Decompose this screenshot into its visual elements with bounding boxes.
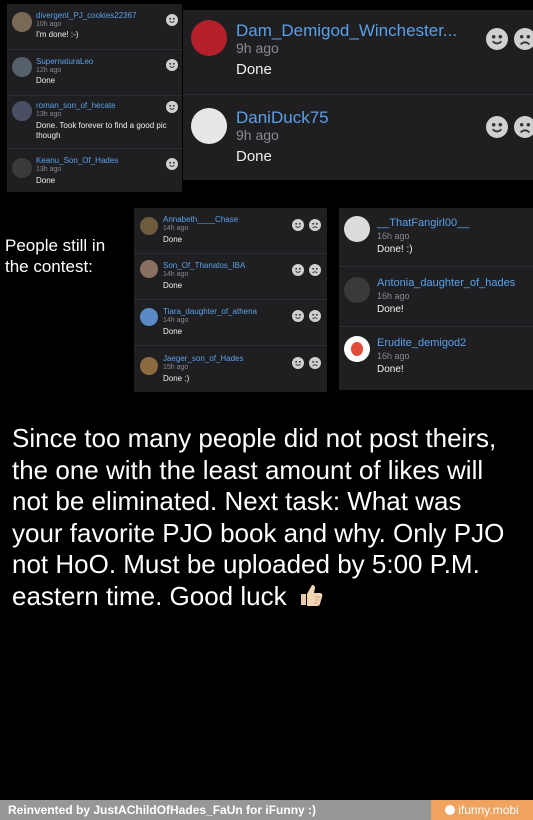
comment-username[interactable]: Keanu_Son_Of_Hades xyxy=(36,156,118,165)
comment-text: Done! xyxy=(377,364,404,375)
comment-text: Done xyxy=(236,148,272,165)
avatar-dot xyxy=(351,342,363,356)
comment-row: Son_Of_Thanatos_IBA 14h ago Done xyxy=(134,253,327,300)
smile-icon[interactable] xyxy=(486,28,508,50)
comment-time: 13h ago xyxy=(36,166,62,173)
footer-credit: Reinvented by JustAChildOfHades_FaUn for… xyxy=(8,803,317,817)
frown-icon[interactable] xyxy=(514,116,533,138)
top-right-comments-panel: Dam_Demigod_Winchester... 9h ago Done Da… xyxy=(183,10,533,180)
comment-username[interactable]: Dam_Demigod_Winchester... xyxy=(236,21,457,41)
comment-text: Done xyxy=(36,176,56,185)
user-avatar[interactable] xyxy=(140,260,158,278)
brand-text: ifunny.mobi xyxy=(458,803,519,817)
user-avatar[interactable] xyxy=(344,216,370,242)
footer-bar: Reinvented by JustAChildOfHades_FaUn for… xyxy=(0,800,533,820)
comment-username[interactable]: Annabeth____Chase xyxy=(163,215,238,224)
smiley-logo-icon xyxy=(445,805,456,815)
comment-text: Done :) xyxy=(163,374,190,383)
comment-text: Done! xyxy=(377,304,404,315)
announcement-text: Since too many people did not post their… xyxy=(12,423,517,614)
user-avatar[interactable] xyxy=(12,101,32,121)
user-avatar[interactable] xyxy=(12,12,32,32)
comment-text: Done xyxy=(163,327,183,336)
comment-time: 15h ago xyxy=(163,364,189,371)
comment-time: 14h ago xyxy=(163,271,189,278)
comment-row: Antonia_daughter_of_hades 16h ago Done! xyxy=(339,266,533,327)
user-avatar[interactable] xyxy=(344,336,370,362)
comment-username[interactable]: Son_Of_Thanatos_IBA xyxy=(163,261,245,270)
user-avatar[interactable] xyxy=(344,277,370,303)
comment-text: Done xyxy=(236,61,272,78)
comment-text: Done xyxy=(163,281,183,290)
contest-label-line2: the contest: xyxy=(5,257,93,276)
user-avatar[interactable] xyxy=(12,158,32,178)
comment-row: SupernaturaLeo 12h ago Done xyxy=(7,49,182,96)
comment-time: 16h ago xyxy=(377,231,410,241)
comment-row: Jaeger_son_of_Hades 15h ago Done :) xyxy=(134,345,327,392)
frown-icon[interactable] xyxy=(309,264,321,276)
frown-icon[interactable] xyxy=(514,28,533,50)
comment-username[interactable]: roman_son_of_hecate xyxy=(36,101,116,110)
smile-icon[interactable] xyxy=(486,116,508,138)
comment-row: Erudite_demigod2 16h ago Done! xyxy=(339,326,533,390)
comment-text: I'm done! :-) xyxy=(36,30,79,39)
comment-row: Dam_Demigod_Winchester... 9h ago Done xyxy=(183,10,533,95)
comment-row: DaniDuck75 9h ago Done xyxy=(183,94,533,180)
smile-icon[interactable] xyxy=(292,219,304,231)
brand-badge[interactable]: ifunny.mobi xyxy=(431,800,533,820)
announcement-body: Since too many people did not post their… xyxy=(12,423,505,611)
comment-username[interactable]: Jaeger_son_of_Hades xyxy=(163,354,244,363)
comment-username[interactable]: Erudite_demigod2 xyxy=(377,337,466,349)
comment-row: divergent_PJ_cookies22367 10h ago I'm do… xyxy=(7,4,182,50)
comment-username[interactable]: __ThatFangirl00__ xyxy=(377,217,469,229)
comment-time: 13h ago xyxy=(36,111,62,118)
smile-icon[interactable] xyxy=(166,59,178,71)
comment-username[interactable]: divergent_PJ_cookies22367 xyxy=(36,11,137,20)
comment-time: 12h ago xyxy=(36,67,62,74)
comment-text: Done. Took forever to find a good pic xyxy=(36,121,167,130)
comment-row: Tiara_daughter_of_athena 14h ago Done xyxy=(134,299,327,346)
smile-icon[interactable] xyxy=(166,101,178,113)
comment-row: roman_son_of_hecate 13h ago Done. Took f… xyxy=(7,95,182,149)
comment-text: Done xyxy=(36,76,56,85)
comment-time: 14h ago xyxy=(163,317,189,324)
comment-time: 14h ago xyxy=(163,225,189,232)
comment-text: though xyxy=(36,131,61,140)
comment-time: 16h ago xyxy=(377,291,410,301)
comment-username[interactable]: Antonia_daughter_of_hades xyxy=(377,277,515,289)
frown-icon[interactable] xyxy=(309,357,321,369)
contest-comments-panel-right: __ThatFangirl00__ 16h ago Done! :) Anton… xyxy=(339,208,533,390)
user-avatar[interactable] xyxy=(140,308,158,326)
comment-text: Done! :) xyxy=(377,244,413,255)
comment-time: 9h ago xyxy=(236,127,279,143)
comment-row: Keanu_Son_Of_Hades 13h ago Done xyxy=(7,148,182,192)
smile-icon[interactable] xyxy=(166,158,178,170)
comment-time: 9h ago xyxy=(236,40,279,56)
contest-comments-panel-left: Annabeth____Chase 14h ago Done Son_Of_Th… xyxy=(134,208,327,392)
comment-username[interactable]: DaniDuck75 xyxy=(236,108,329,128)
thumbs-up-icon xyxy=(298,583,324,615)
user-avatar[interactable] xyxy=(140,217,158,235)
contest-label-line1: People still in xyxy=(5,236,106,255)
user-avatar[interactable] xyxy=(12,57,32,77)
comment-username[interactable]: Tiara_daughter_of_athena xyxy=(163,307,257,316)
smile-icon[interactable] xyxy=(166,14,178,26)
user-avatar[interactable] xyxy=(140,357,158,375)
frown-icon[interactable] xyxy=(309,310,321,322)
comment-row: __ThatFangirl00__ 16h ago Done! :) xyxy=(339,208,533,267)
frown-icon[interactable] xyxy=(309,219,321,231)
smile-icon[interactable] xyxy=(292,357,304,369)
smile-icon[interactable] xyxy=(292,264,304,276)
top-left-comments-panel: divergent_PJ_cookies22367 10h ago I'm do… xyxy=(7,4,182,192)
comment-text: Done xyxy=(163,235,183,244)
comment-time: 10h ago xyxy=(36,21,62,28)
smile-icon[interactable] xyxy=(292,310,304,322)
comment-username[interactable]: SupernaturaLeo xyxy=(36,57,93,66)
user-avatar[interactable] xyxy=(191,20,227,56)
comment-time: 16h ago xyxy=(377,351,410,361)
comment-row: Annabeth____Chase 14h ago Done xyxy=(134,208,327,254)
user-avatar[interactable] xyxy=(191,108,227,144)
